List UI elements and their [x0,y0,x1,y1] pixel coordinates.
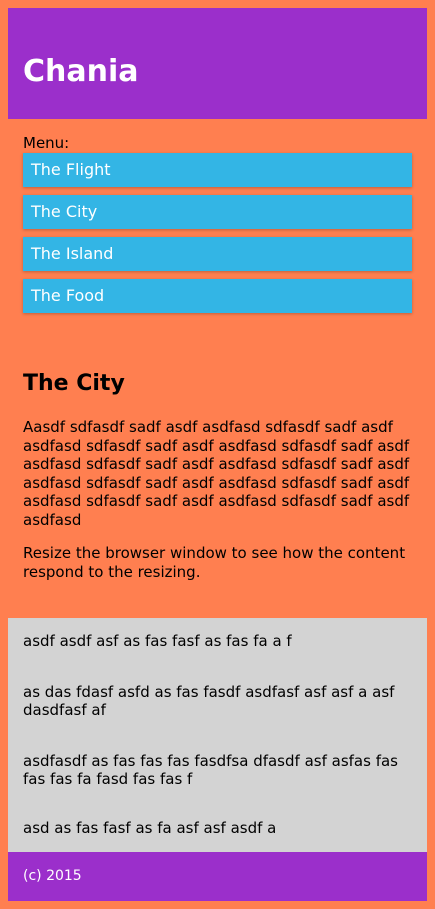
menu-item-the-food[interactable]: The Food [23,279,412,313]
menu-item-the-city[interactable]: The City [23,195,412,229]
main-content: The City Aasdf sdfasdf sadf asdf asdfasd… [23,370,418,581]
content-heading: The City [23,371,125,396]
aside-paragraph: asdf asdf asf as fas fasf as fas fa a f [23,632,292,650]
aside-paragraph: asd as fas fasf as fa asf asf asdf a [23,819,277,837]
aside-paragraph: asdfasdf as fas fas fas fasdfsa dfasdf a… [23,752,398,788]
page-footer: (c) 2015 [8,852,427,901]
aside-paragraph: as das fdasf asfd as fas fasdf asdfasf a… [23,683,395,719]
aside-panel: asdf asdf asf as fas fasf as fas fa a f … [8,618,427,852]
menu-item-the-island[interactable]: The Island [23,237,412,271]
page-title: Chania [23,54,139,89]
menu-item-the-flight[interactable]: The Flight [23,153,412,187]
menu: The Flight The City The Island The Food [23,153,412,321]
page-header: Chania [8,8,427,119]
content-paragraph: Aasdf sdfasdf sadf asdf asdfasd sdfasdf … [23,418,410,529]
copyright-text: (c) 2015 [23,868,82,884]
menu-label: Menu: [23,134,70,152]
content-paragraph-resize: Resize the browser window to see how the… [23,544,406,581]
